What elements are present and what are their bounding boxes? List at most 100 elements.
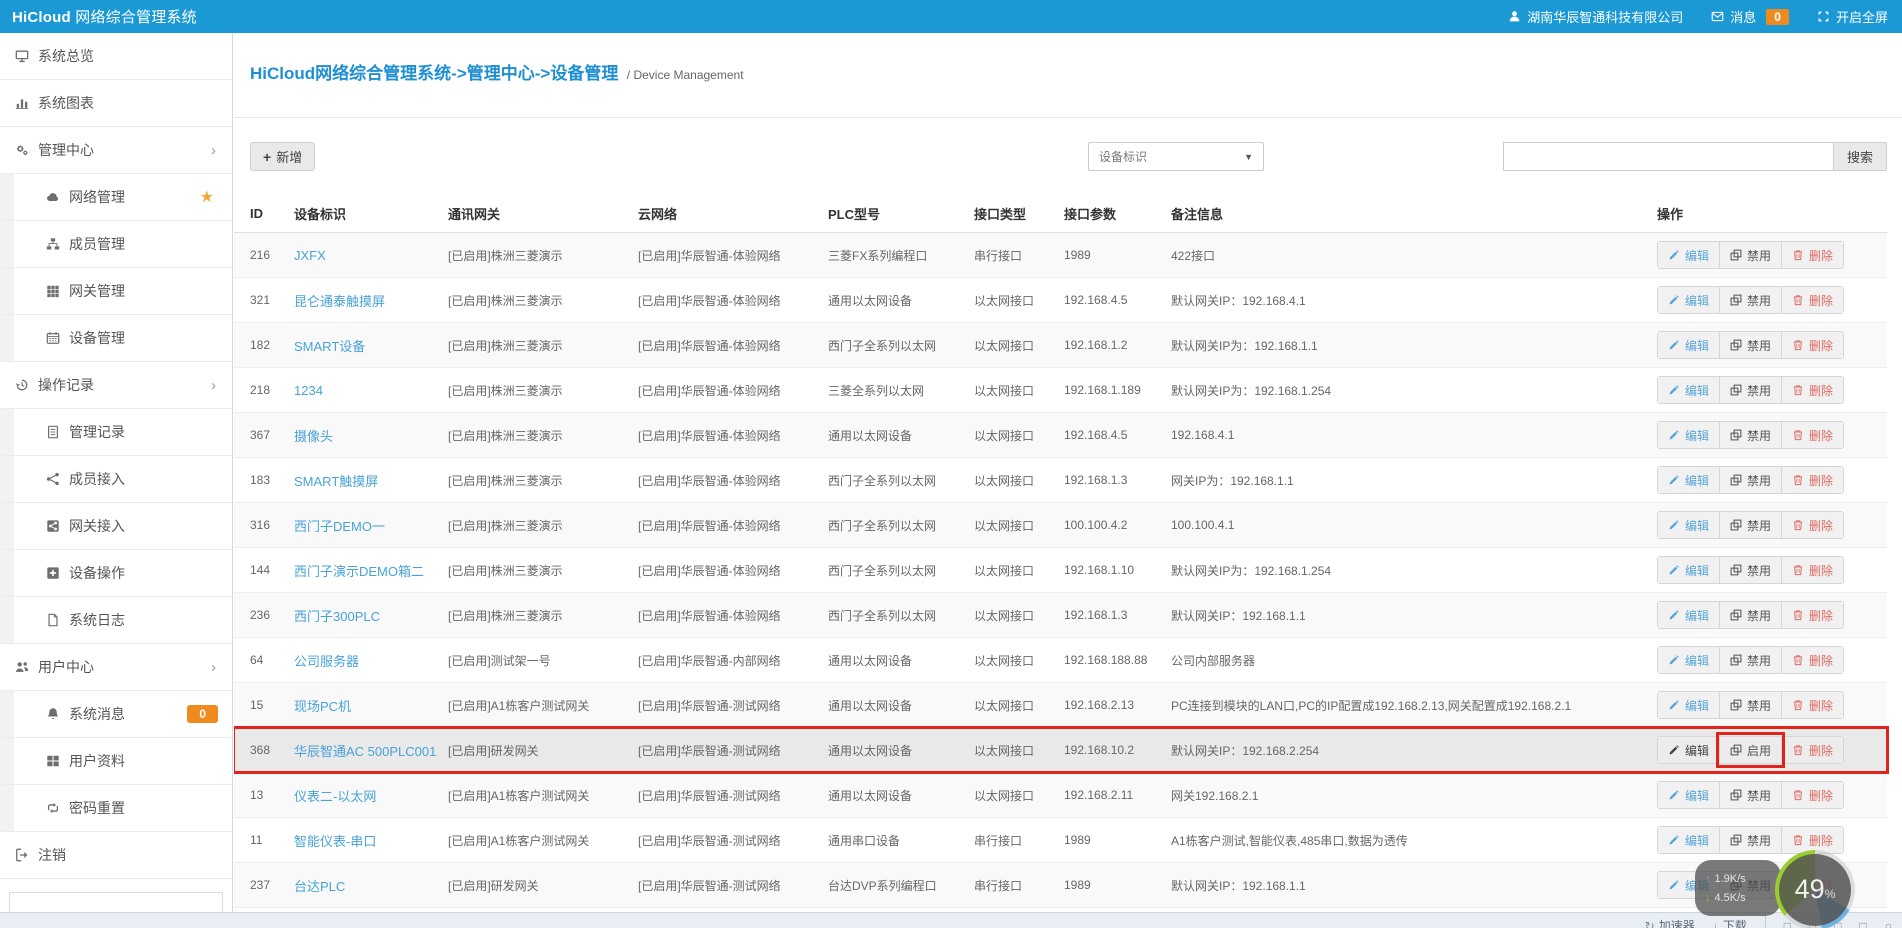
sidebar-item-device-operation[interactable]: 设备操作 [0,550,232,597]
edit-button[interactable]: 编辑 [1658,602,1720,628]
edit-button[interactable]: 编辑 [1658,242,1720,268]
delete-button[interactable]: 删除 [1781,737,1844,763]
edit-button[interactable]: 编辑 [1658,422,1720,448]
device-name-link[interactable]: 西门子DEMO一 [294,519,385,534]
device-name-link[interactable]: 公司服务器 [294,654,359,669]
edit-button[interactable]: 编辑 [1658,287,1720,313]
download-manager-button[interactable]: ↓ 下载 [1713,916,1747,928]
pencil-icon [1668,699,1680,711]
disable-button[interactable]: 禁用 [1719,827,1782,853]
sidebar-item-user-center[interactable]: 用户中心 › [0,644,232,691]
sidebar-item-device-mgmt[interactable]: 设备管理 [0,315,232,362]
device-name-link[interactable]: JXFX [294,248,326,263]
disable-button[interactable]: 禁用 [1719,647,1782,673]
device-name-link[interactable]: 西门子300PLC [294,609,380,624]
disable-button[interactable]: 禁用 [1719,467,1782,493]
disable-button[interactable]: 禁用 [1719,602,1782,628]
accelerator-button[interactable]: ↻ 加速器 [1645,916,1695,928]
delete-button[interactable]: 删除 [1781,287,1844,313]
disable-button[interactable]: 禁用 [1719,377,1782,403]
speed-pill[interactable]: ↑ 1.9K/s ↓ 4.5K/s [1695,860,1781,916]
delete-button[interactable]: 删除 [1781,377,1844,403]
delete-button[interactable]: 删除 [1781,467,1844,493]
sidebar-item-member-access[interactable]: 成员接入 [0,456,232,503]
edit-button[interactable]: 编辑 [1658,332,1720,358]
edit-button[interactable]: 编辑 [1658,782,1720,808]
browser-toolbar-icon[interactable]: □ [1860,916,1867,928]
delete-button[interactable]: 删除 [1781,692,1844,718]
delete-button[interactable]: 删除 [1781,332,1844,358]
add-device-button[interactable]: + 新增 [250,142,316,171]
device-name-link[interactable]: 西门子演示DEMO箱二 [294,564,424,579]
sidebar-item-operation-log[interactable]: 操作记录 › [0,362,232,409]
filter-field-select[interactable]: 设备标识 ▼ [1088,142,1264,171]
edit-button[interactable]: 编辑 [1658,512,1720,538]
edit-button[interactable]: 编辑 [1658,557,1720,583]
device-name-link[interactable]: 1234 [294,383,323,398]
delete-button[interactable]: 删除 [1781,557,1844,583]
device-name-link[interactable]: 台达PLC [294,879,345,894]
edit-button[interactable]: 编辑 [1658,377,1720,403]
sidebar-item-system-charts[interactable]: 系统图表 [0,80,232,127]
sidebar-item-gateway-access[interactable]: 网关接入 [0,503,232,550]
trash-icon [1792,249,1804,261]
device-name-link[interactable]: SMART设备 [294,339,365,354]
sidebar-item-password-reset[interactable]: 密码重置 [0,785,232,832]
device-name-link[interactable]: 现场PC机 [294,699,351,714]
clone-icon [1730,834,1742,846]
device-name-link[interactable]: 仪表二-以太网 [294,789,376,804]
sidebar-item-network-mgmt[interactable]: 网络管理 ★ [0,174,232,221]
device-name-link[interactable]: 智能仪表-串口 [294,834,376,849]
sidebar-item-admin-records[interactable]: 管理记录 [0,409,232,456]
delete-button[interactable]: 删除 [1781,602,1844,628]
sidebar-item-system-messages[interactable]: 系统消息 0 [0,691,232,738]
disable-button[interactable]: 禁用 [1719,287,1782,313]
sidebar-item-user-profile[interactable]: 用户资料 [0,738,232,785]
disable-button[interactable]: 禁用 [1719,692,1782,718]
delete-button[interactable]: 删除 [1781,647,1844,673]
edit-button[interactable]: 编辑 [1658,827,1720,853]
device-name-link[interactable]: 摄像头 [294,429,333,444]
company-account-link[interactable]: 湖南华辰智通科技有限公司 [1508,7,1683,26]
edit-button[interactable]: 编辑 [1658,647,1720,673]
sidebar-item-system-log[interactable]: 系统日志 [0,597,232,644]
sidebar-item-logout[interactable]: 注销 [0,832,232,879]
enable-button[interactable]: 启用 [1716,732,1786,768]
device-name-link[interactable]: 昆仑通泰触摸屏 [294,294,385,309]
disable-button[interactable]: 禁用 [1719,782,1782,808]
delete-button[interactable]: 删除 [1781,782,1844,808]
cell-interface-param: 192.168.1.3 [1064,608,1128,622]
favorite-star-icon[interactable]: ★ [200,187,214,207]
sidebar-item-member-mgmt[interactable]: 成员管理 [0,221,232,268]
sidebar-item-gateway-mgmt[interactable]: 网关管理 [0,268,232,315]
column-header: 接口类型 [974,207,1027,222]
cell-id: 13 [250,788,264,802]
disable-button[interactable]: 禁用 [1719,242,1782,268]
progress-circle[interactable]: 49 % [1775,850,1855,928]
delete-button[interactable]: 删除 [1781,422,1844,448]
disable-button[interactable]: 禁用 [1719,332,1782,358]
cell-plc-model: 通用以太网设备 [828,428,913,443]
disable-button[interactable]: 禁用 [1719,422,1782,448]
sidebar-item-label: 注销 [38,847,66,863]
edit-button[interactable]: 编辑 [1658,692,1720,718]
edit-button[interactable]: 编辑 [1658,467,1720,493]
browser-settings-icon[interactable]: ○ [1885,916,1892,928]
cell-interface-type: 以太网接口 [974,383,1035,398]
upload-speed-value: 1.9K/s [1714,872,1746,885]
fullscreen-button[interactable]: 开启全屏 [1817,7,1888,26]
sidebar-item-admin-center[interactable]: 管理中心 › [0,127,232,174]
delete-button[interactable]: 删除 [1781,512,1844,538]
device-name-link[interactable]: SMART触摸屏 [294,474,378,489]
search-button[interactable]: 搜索 [1833,142,1887,171]
device-name-link[interactable]: 华辰智通AC 500PLC001 [294,744,436,759]
delete-button[interactable]: 删除 [1781,242,1844,268]
search-input[interactable] [1503,142,1833,171]
messages-link[interactable]: 消息 0 [1711,7,1789,26]
bar-chart-icon [15,96,29,110]
sidebar-item-system-overview[interactable]: 系统总览 [0,33,232,80]
edit-button[interactable]: 编辑 [1658,737,1720,763]
disable-button[interactable]: 禁用 [1719,557,1782,583]
sidebar-item-system-announcement[interactable]: 系统公告 [10,893,222,912]
disable-button[interactable]: 禁用 [1719,512,1782,538]
